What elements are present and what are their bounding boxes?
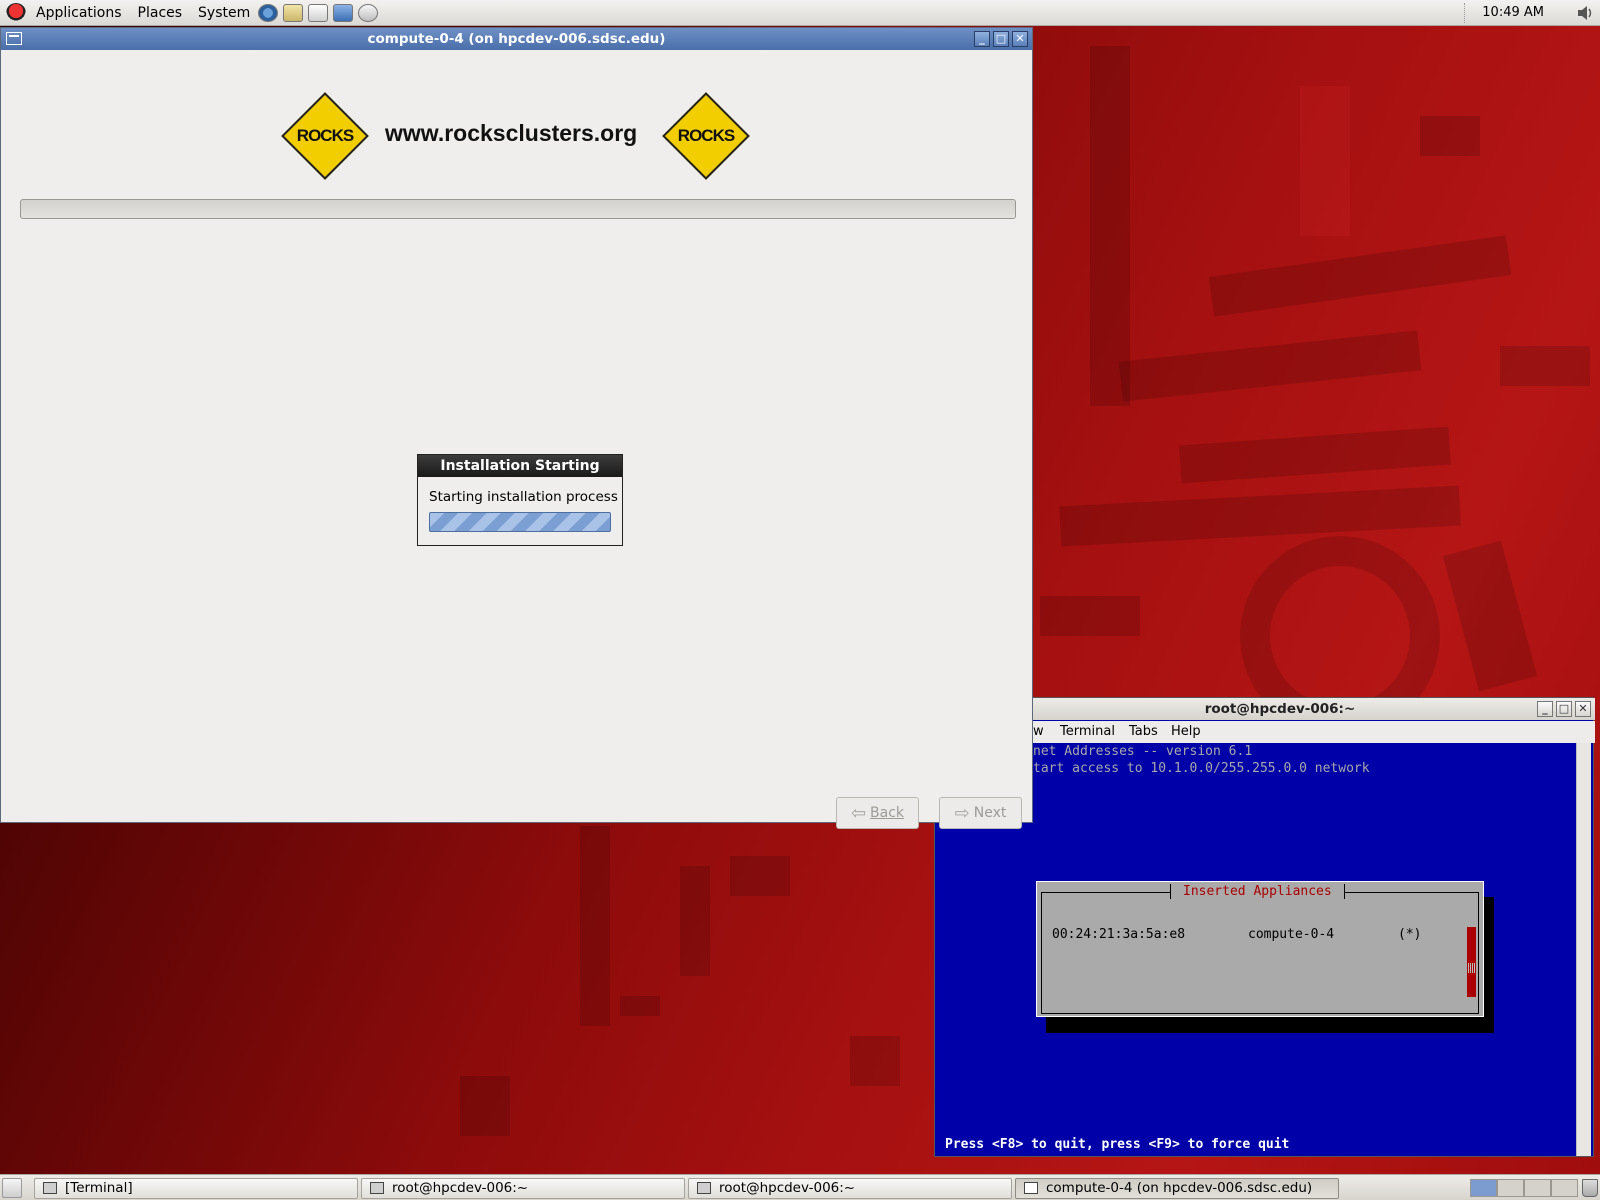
task-label: root@hpcdev-006:~ — [392, 1180, 529, 1196]
terminal-menu-terminal[interactable]: Terminal — [1060, 721, 1115, 743]
menu-applications[interactable]: Applications — [28, 0, 130, 26]
task-root-terminal-2[interactable]: root@hpcdev-006:~ — [688, 1178, 1012, 1199]
terminal-close-button[interactable]: ✕ — [1575, 701, 1591, 717]
maximize-button[interactable]: □ — [993, 31, 1009, 47]
terminal-menu-tabs[interactable]: Tabs — [1129, 721, 1158, 743]
rocks-url: www.rocksclusters.org — [385, 120, 638, 146]
terminal-footer: Press <F8> to quit, press <F9> to force … — [945, 1137, 1290, 1152]
installer-body: ROCKS www.rocksclusters.org ROCKS Instal… — [1, 50, 1032, 829]
menu-system[interactable]: System — [190, 0, 258, 26]
text-editor-icon[interactable] — [308, 3, 329, 22]
terminal-task-icon — [43, 1182, 57, 1194]
terminal-menu-view[interactable]: w — [1033, 721, 1044, 743]
menu-places[interactable]: Places — [130, 0, 191, 26]
task-label: compute-0-4 (on hpcdev-006.sdsc.edu) — [1046, 1180, 1313, 1196]
task-installer[interactable]: compute-0-4 (on hpcdev-006.sdsc.edu) — [1015, 1178, 1339, 1199]
appliances-frame: Inserted Appliances 00:24:21:3a:5a:e8 co… — [1041, 884, 1479, 1014]
back-arrow-icon: ⇦ — [850, 802, 867, 824]
help-icon[interactable] — [358, 3, 379, 22]
installation-starting-dialog: Installation Starting Starting installat… — [417, 454, 623, 546]
workspace-4[interactable] — [1551, 1179, 1578, 1197]
terminal-line: net Addresses -- version 6.1 — [1033, 744, 1253, 759]
appliance-name[interactable]: compute-0-4 — [1248, 927, 1334, 942]
terminal-line: tart access to 10.1.0.0/255.255.0.0 netw… — [1033, 761, 1370, 776]
dialog-progress-bar — [429, 512, 611, 532]
appliance-mac[interactable]: 00:24:21:3a:5a:e8 — [1052, 927, 1185, 942]
next-label: Next — [973, 805, 1007, 821]
redhat-logo-icon[interactable] — [6, 2, 26, 23]
terminal-maximize-button[interactable]: □ — [1556, 701, 1572, 717]
rocks-logo-left: ROCKS — [281, 92, 369, 180]
main-menu: Applications Places System — [28, 0, 258, 26]
terminal-minimize-button[interactable]: _ — [1537, 701, 1553, 717]
dialog-message: Starting installation process — [429, 489, 618, 505]
terminal-task-icon — [697, 1182, 711, 1194]
show-desktop-icon[interactable] — [2, 1178, 22, 1198]
workspace-2[interactable] — [1497, 1179, 1524, 1197]
panel-separator — [1464, 3, 1466, 23]
terminal-menu-help[interactable]: Help — [1171, 721, 1201, 743]
task-label: [Terminal] — [65, 1180, 133, 1196]
task-label: root@hpcdev-006:~ — [719, 1180, 856, 1196]
workspace-1[interactable] — [1470, 1179, 1497, 1197]
back-button[interactable]: ⇦ Back — [836, 797, 919, 829]
appliances-title: Inserted Appliances — [1170, 884, 1345, 899]
workspace-3[interactable] — [1524, 1179, 1551, 1197]
next-button[interactable]: ⇨ Next — [939, 797, 1022, 829]
top-panel: Applications Places System 10:49 AM — [0, 0, 1600, 26]
main-progress-bar — [20, 199, 1016, 219]
dialog-title: Installation Starting — [418, 455, 622, 477]
installer-window: compute-0-4 (on hpcdev-006.sdsc.edu) _ □… — [0, 27, 1033, 829]
window-menu-icon[interactable] — [6, 32, 22, 45]
terminal-window: root@hpcdev-006:~ _ □ ✕ w Terminal Tabs … — [934, 697, 1595, 1157]
appliances-scrollbar[interactable] — [1467, 927, 1476, 997]
volume-icon[interactable] — [1576, 4, 1592, 22]
presentation-icon[interactable] — [333, 3, 354, 22]
rocks-logo-right: ROCKS — [662, 92, 750, 180]
trash-icon[interactable] — [1582, 1179, 1598, 1197]
back-label: Back — [870, 805, 905, 821]
bottom-panel: [Terminal] root@hpcdev-006:~ root@hpcdev… — [0, 1174, 1600, 1200]
terminal-scrollbar[interactable] — [1576, 743, 1591, 1156]
minimize-button[interactable]: _ — [974, 31, 990, 47]
terminal-screen[interactable]: net Addresses -- version 6.1 tart access… — [937, 743, 1577, 1156]
terminal-titlebar[interactable]: root@hpcdev-006:~ _ □ ✕ — [935, 698, 1595, 720]
task-terminal[interactable]: [Terminal] — [34, 1178, 358, 1199]
terminal-title: root@hpcdev-006:~ — [1204, 701, 1356, 717]
clock[interactable]: 10:49 AM — [1482, 0, 1544, 26]
installer-title: compute-0-4 (on hpcdev-006.sdsc.edu) — [367, 31, 666, 47]
email-icon[interactable] — [283, 3, 304, 22]
web-browser-icon[interactable] — [258, 3, 279, 22]
window-task-icon — [1024, 1182, 1038, 1194]
next-arrow-icon: ⇨ — [954, 802, 970, 824]
appliance-mark: (*) — [1398, 927, 1422, 942]
installer-titlebar[interactable]: compute-0-4 (on hpcdev-006.sdsc.edu) _ □… — [1, 28, 1032, 50]
task-root-terminal-1[interactable]: root@hpcdev-006:~ — [361, 1178, 685, 1199]
inserted-appliances-box: Inserted Appliances 00:24:21:3a:5a:e8 co… — [1036, 881, 1484, 1017]
close-button[interactable]: ✕ — [1012, 31, 1028, 47]
terminal-task-icon — [370, 1182, 384, 1194]
terminal-menubar: w Terminal Tabs Help — [935, 721, 1595, 743]
